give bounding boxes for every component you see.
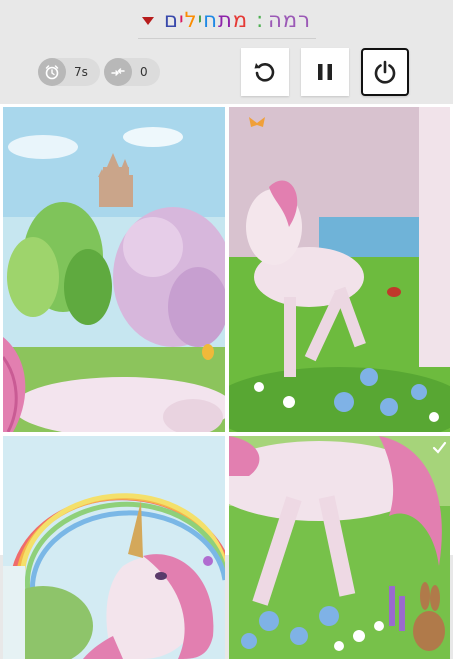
restart-icon: [254, 63, 275, 82]
puzzle-board: [0, 104, 453, 659]
level-name-letter: ח: [203, 8, 219, 32]
level-underline: [138, 38, 316, 39]
moves-badge: 0: [104, 58, 160, 86]
power-button[interactable]: [361, 48, 409, 96]
level-name-letter: ל: [184, 8, 198, 32]
power-icon: [374, 60, 396, 84]
puzzle-tile-castle-meadow[interactable]: [3, 107, 225, 432]
timer-badge: 7s: [38, 58, 100, 86]
moves-value: 0: [140, 65, 148, 79]
puzzle-tile-unicorn-rainbow[interactable]: [3, 436, 225, 659]
caret-down-icon[interactable]: [142, 17, 154, 25]
level-name-letter: ם: [164, 8, 179, 32]
pause-icon: [318, 64, 332, 80]
puzzle-tile-foal-by-lake[interactable]: [229, 107, 450, 432]
alarm-clock-icon: [38, 58, 66, 86]
level-label: רמה: [268, 8, 312, 32]
restart-button[interactable]: [241, 48, 289, 96]
swap-arrows-icon: [104, 58, 132, 86]
timer-value: 7s: [74, 65, 88, 79]
level-name-letter: ת: [218, 8, 233, 32]
level-selector[interactable]: רמה : מתחילים: [0, 8, 453, 32]
level-name: מתחילים: [164, 8, 248, 32]
pause-button[interactable]: [301, 48, 349, 96]
game-header: רמה : מתחילים 7s 0: [0, 0, 453, 104]
level-name-letter: מ: [232, 8, 249, 32]
level-separator: :: [256, 8, 265, 32]
puzzle-tile-unicorn-flowers[interactable]: [229, 436, 450, 659]
